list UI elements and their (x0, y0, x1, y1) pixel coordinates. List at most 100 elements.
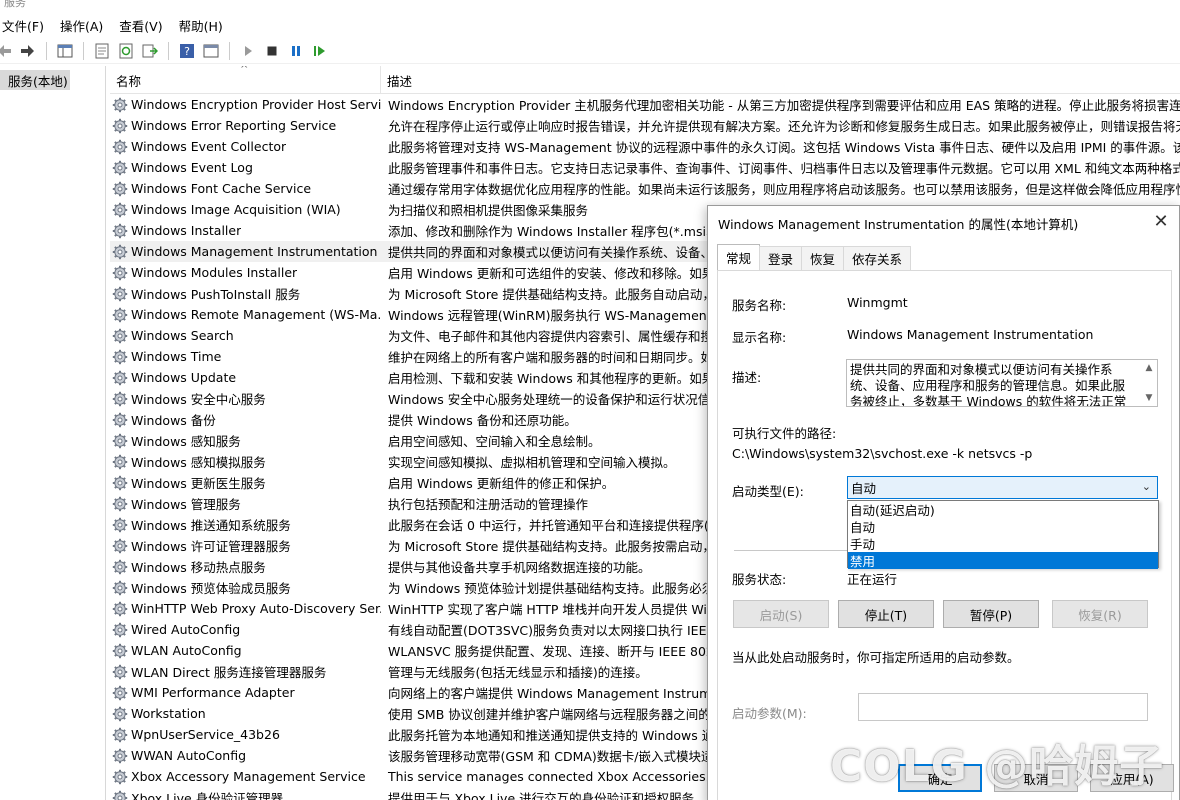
chevron-down-icon[interactable]: ⌄ (1142, 480, 1151, 493)
tab-logon[interactable]: 登录 (759, 246, 803, 270)
service-name-text: Windows Time (131, 349, 222, 364)
service-name-text: WLAN AutoConfig (131, 643, 242, 658)
start-button[interactable]: 启动(S) (733, 600, 829, 628)
path-label: 可执行文件的路径: (732, 426, 837, 441)
service-gear-icon (112, 433, 128, 449)
service-description-cell: 通过缓存常用字体数据优化应用程序的性能。如果尚未运行该服务，则应用程序将启动该服… (388, 182, 1180, 197)
back-arrow-icon[interactable] (0, 41, 14, 61)
menu-file[interactable]: 文件(F) (0, 16, 52, 35)
tab-dependencies[interactable]: 依存关系 (843, 246, 912, 270)
startup-option-disabled[interactable]: 禁用 (848, 552, 1158, 569)
watermark-logo: COLG @哈姆子 (830, 741, 1165, 792)
column-header-name[interactable]: ^ 名称 (110, 66, 381, 94)
service-name-text: Xbox Live 身份验证管理器 (131, 791, 284, 800)
close-icon[interactable]: ✕ (1151, 212, 1171, 232)
show-hide-tree-icon[interactable] (55, 41, 75, 61)
dialog-titlebar: Windows Management Instrumentation 的属性(本… (708, 206, 1179, 240)
service-name-cell: Windows 预览体验成员服务 (110, 578, 381, 597)
forward-arrow-icon[interactable] (18, 41, 38, 61)
toolbar-separator (83, 41, 84, 60)
service-gear-icon (112, 538, 128, 554)
svg-text:?: ? (184, 45, 190, 58)
pause-button[interactable]: 暂停(P) (943, 600, 1039, 628)
export-list-icon[interactable] (140, 41, 160, 61)
service-gear-icon (112, 517, 128, 533)
list-header: ^ 名称 描述 (110, 66, 1180, 94)
service-name-cell: WinHTTP Web Proxy Auto-Discovery Ser... (110, 601, 381, 617)
description-scrollbar[interactable]: ▲ ▼ (1141, 360, 1157, 406)
menu-help[interactable]: 帮助(H) (171, 16, 231, 35)
startup-type-select[interactable]: 自动 ⌄ (847, 476, 1158, 499)
table-row[interactable]: Windows Event Log 此服务管理事件和事件日志。它支持日志记录事件、… (110, 157, 1180, 178)
refresh-icon[interactable] (116, 41, 136, 61)
service-name-cell: Windows 更新医生服务 (110, 473, 381, 492)
toolbar-separator (229, 41, 230, 60)
service-name-cell: Windows Image Acquisition (WIA) (110, 202, 381, 218)
restart-icon[interactable] (310, 41, 330, 61)
service-gear-icon (112, 307, 128, 323)
service-name-cell: WLAN Direct 服务连接管理器服务 (110, 662, 381, 681)
service-gear-icon (112, 580, 128, 596)
toolbar: ? (0, 38, 1180, 64)
service-name-cell: Windows 许可证管理器服务 (110, 536, 381, 555)
startup-type-selected: 自动 (851, 481, 877, 496)
properties-icon[interactable] (92, 41, 112, 61)
service-name-text: Workstation (131, 706, 206, 721)
service-name-text: WinHTTP Web Proxy Auto-Discovery Ser... (131, 601, 381, 616)
service-name-text: Windows 推送通知系统服务 (131, 518, 291, 533)
menu-action[interactable]: 操作(A) (52, 16, 111, 35)
service-name-text: WLAN Direct 服务连接管理器服务 (131, 665, 327, 680)
service-name-text: WWAN AutoConfig (131, 748, 247, 763)
service-gear-icon (112, 97, 128, 113)
service-name-text: Windows Font Cache Service (131, 181, 312, 196)
table-row[interactable]: Windows Error Reporting Service 允许在程序停止运行… (110, 115, 1180, 136)
startup-option-auto[interactable]: 自动 (848, 518, 1158, 535)
service-name-text: Windows 管理服务 (131, 497, 241, 512)
service-name-text: Windows Update (131, 370, 237, 385)
toolbar-separator (46, 41, 47, 60)
menu-view[interactable]: 查看(V) (111, 16, 170, 35)
stop-icon[interactable] (262, 41, 282, 61)
service-gear-icon (112, 664, 128, 680)
stop-button[interactable]: 停止(T) (838, 600, 934, 628)
description-box[interactable]: 提供共同的界面和对象模式以便访问有关操作系统、设备、应用程序和服务的管理信息。如… (846, 359, 1158, 407)
path-value: C:\Windows\system32\svchost.exe -k netsv… (732, 446, 1033, 461)
service-description-cell: 此服务管理事件和事件日志。它支持日志记录事件、查询事件、订阅事件、归档事件日志以… (388, 161, 1180, 176)
table-row[interactable]: Windows Event Collector 此服务将管理对支持 WS-Mana… (110, 136, 1180, 157)
service-name-cell: Windows Update (110, 370, 381, 386)
service-name-cell: Windows Modules Installer (110, 265, 381, 281)
startup-option-delayed[interactable]: 自动(延迟启动) (848, 501, 1158, 518)
start-params-input[interactable] (858, 693, 1148, 721)
table-row[interactable]: Windows Encryption Provider Host Service… (110, 94, 1180, 115)
service-name-text: Windows Search (131, 328, 234, 343)
startup-option-manual[interactable]: 手动 (848, 535, 1158, 552)
chevron-up-icon[interactable]: ▲ (1146, 360, 1153, 376)
dialog-title: Windows Management Instrumentation 的属性(本… (718, 216, 1079, 232)
service-name-cell: Windows Remote Management (WS-Ma... (110, 307, 381, 323)
toolbar-separator (168, 41, 169, 60)
service-gear-icon (112, 601, 128, 617)
help-icon[interactable]: ? (177, 41, 197, 61)
service-gear-icon (112, 370, 128, 386)
service-status-value: 正在运行 (847, 572, 898, 587)
service-name-cell: Windows PushToInstall 服务 (110, 284, 381, 303)
tab-general[interactable]: 常规 (717, 244, 761, 270)
column-header-description[interactable]: 描述 (381, 66, 1180, 94)
pause-icon[interactable] (286, 41, 306, 61)
resume-button[interactable]: 恢复(R) (1052, 600, 1148, 628)
service-name-text: Windows 备份 (131, 413, 216, 428)
service-name-text: Windows Image Acquisition (WIA) (131, 202, 341, 217)
service-name-text: WMI Performance Adapter (131, 685, 295, 700)
start-params-label: 启动参数(M): (732, 706, 807, 721)
play-icon[interactable] (238, 41, 258, 61)
chevron-down-icon[interactable]: ▼ (1146, 390, 1153, 406)
service-gear-icon (112, 769, 128, 785)
view-icon[interactable] (201, 41, 221, 61)
service-gear-icon (112, 748, 128, 764)
tab-recovery[interactable]: 恢复 (801, 246, 845, 270)
tree-node-services-local[interactable]: 服务(本地) (0, 70, 70, 90)
service-gear-icon (112, 412, 128, 428)
service-name-cell: Windows Event Collector (110, 139, 381, 155)
table-row[interactable]: Windows Font Cache Service 通过缓存常用字体数据优化应用… (110, 178, 1180, 199)
service-name-cell: Windows Search (110, 328, 381, 344)
